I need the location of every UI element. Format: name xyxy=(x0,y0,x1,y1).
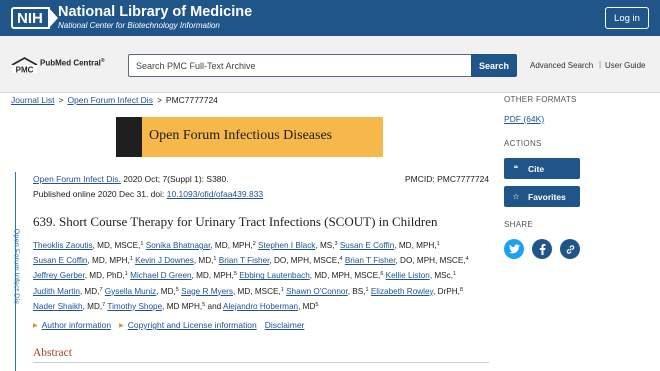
breadcrumb-separator: > xyxy=(156,95,162,105)
citation-journal-link[interactable]: Open Forum Infect Dis. xyxy=(33,174,121,184)
author-link[interactable]: Susan E Coffin xyxy=(33,256,87,265)
published-line: Published online 2020 Dec 31. doi: 10.10… xyxy=(33,189,263,199)
citation-details: 2020 Oct; 7(Suppl 1): S380. xyxy=(120,174,229,184)
share-heading: SHARE xyxy=(504,220,534,229)
author-link[interactable]: Ebbing Lautenbach xyxy=(239,271,310,280)
nih-logo-mark: NIH xyxy=(11,7,58,29)
breadcrumb-separator: > xyxy=(58,95,64,105)
published-prefix: Published online 2020 Dec 31. doi: xyxy=(33,189,167,199)
search-placeholder: Search PMC Full-Text Archive xyxy=(136,60,256,71)
breadcrumb-current: PMC7777724 xyxy=(165,95,218,105)
advanced-search-link[interactable]: Advanced Search xyxy=(530,61,593,70)
author-link[interactable]: Nader Shaikh xyxy=(33,302,83,311)
abstract-heading: Abstract xyxy=(33,347,72,359)
disclaimer-link[interactable]: Disclaimer xyxy=(265,320,305,330)
user-guide-link[interactable]: User Guide xyxy=(605,61,645,70)
link-icon xyxy=(566,244,574,254)
login-button[interactable]: Log in xyxy=(605,7,649,29)
article-info-links: ▶ Author information ▶ Copyright and Licen… xyxy=(33,320,312,330)
nih-logo[interactable]: NIH xyxy=(11,6,58,30)
breadcrumb-journal-list[interactable]: Journal List xyxy=(11,95,54,105)
expand-triangle-icon: ▶ xyxy=(119,323,124,329)
author-link[interactable]: Michael D Green xyxy=(130,271,191,280)
author-link[interactable]: Theoklis Zaoutis xyxy=(33,241,93,250)
pmc-logo-text: PubMed Central xyxy=(40,58,101,68)
pmc-logo[interactable]: PMC PubMed Central® xyxy=(11,56,105,74)
star-icon: ☆ xyxy=(512,192,520,201)
pmc-search-bar: PMC PubMed Central® Search PMC Full-Text… xyxy=(0,36,660,93)
other-formats-heading: OTHER FORMATS xyxy=(504,95,577,104)
author-list: Theoklis Zaoutis, MD, MSCE,1 Sonika Bhat… xyxy=(33,241,469,311)
favorites-button[interactable]: ☆ Favorites xyxy=(504,186,580,207)
pmc-logo-label: PMC xyxy=(16,66,34,75)
breadcrumb: Journal List > Open Forum Infect Dis > P… xyxy=(11,95,218,105)
breadcrumb-journal[interactable]: Open Forum Infect Dis xyxy=(67,95,153,105)
journal-banner-stripe xyxy=(116,117,142,157)
vertical-journal-label: Open Forum Infect Dis xyxy=(12,228,22,304)
site-subtitle: National Center for Biotechnology Inform… xyxy=(58,21,220,30)
pdf-link[interactable]: PDF (64K) xyxy=(504,114,544,124)
site-title[interactable]: National Library of Medicine xyxy=(58,4,252,20)
journal-banner-title: Open Forum Infectious Diseases xyxy=(149,128,333,143)
author-link[interactable]: Sage R Myers xyxy=(181,287,233,296)
pmcid: PMCID: PMC7777724 xyxy=(405,174,490,184)
author-link[interactable]: Susan E Coffin xyxy=(340,241,394,250)
expand-triangle-icon: ▶ xyxy=(33,323,38,329)
facebook-icon xyxy=(539,243,545,255)
copy-link-button[interactable] xyxy=(560,239,580,259)
facebook-share-button[interactable] xyxy=(532,239,552,259)
author-link[interactable]: Elizabeth Rowley xyxy=(371,287,433,296)
article-title: 639. Short Course Therapy for Urinary Tr… xyxy=(33,214,438,229)
author-link[interactable]: Stephen I Black xyxy=(258,241,315,250)
author-link[interactable]: Kellie Liston xyxy=(386,271,430,280)
author-link[interactable]: Brian T Fisher xyxy=(219,256,270,265)
copyright-toggle[interactable]: ▶ Copyright and License information xyxy=(119,320,257,330)
twitter-share-button[interactable] xyxy=(504,239,524,259)
doi-link[interactable]: 10.1093/ofid/ofaa439.833 xyxy=(167,189,263,199)
author-link[interactable]: Gysella Muniz xyxy=(105,287,156,296)
twitter-icon xyxy=(508,244,520,254)
link-divider: | xyxy=(599,60,602,69)
pmc-logo-icon: PMC xyxy=(11,57,38,75)
author-link[interactable]: Shawn O'Connor xyxy=(286,287,348,296)
citation-line: Open Forum Infect Dis. 2020 Oct; 7(Suppl… xyxy=(33,174,229,184)
author-link[interactable]: Judith Martin xyxy=(33,287,80,296)
abstract-divider xyxy=(33,362,489,363)
actions-heading: ACTIONS xyxy=(504,139,542,148)
pmc-logo-reg: ® xyxy=(100,58,105,64)
author-link[interactable]: Timothy Shope xyxy=(107,302,162,311)
search-input[interactable]: Search PMC Full-Text Archive xyxy=(128,54,472,77)
author-link[interactable]: Brian T Fisher xyxy=(345,256,396,265)
search-button[interactable]: Search xyxy=(471,54,517,77)
journal-banner[interactable]: Open Forum Infectious Diseases xyxy=(116,117,383,157)
nlm-header: NIH National Library of Medicine Nationa… xyxy=(0,0,660,36)
author-information-toggle[interactable]: ▶ Author information xyxy=(33,320,111,330)
cite-button[interactable]: ❝ Cite xyxy=(504,158,580,179)
author-link[interactable]: Sonika Bhatnagar xyxy=(146,241,211,250)
author-link[interactable]: Kevin J Downes xyxy=(135,256,194,265)
author-link[interactable]: Jeffrey Gerber xyxy=(33,271,85,280)
author-link[interactable]: Alejandro Hoberman xyxy=(223,302,298,311)
quote-icon: ❝ xyxy=(513,164,519,173)
